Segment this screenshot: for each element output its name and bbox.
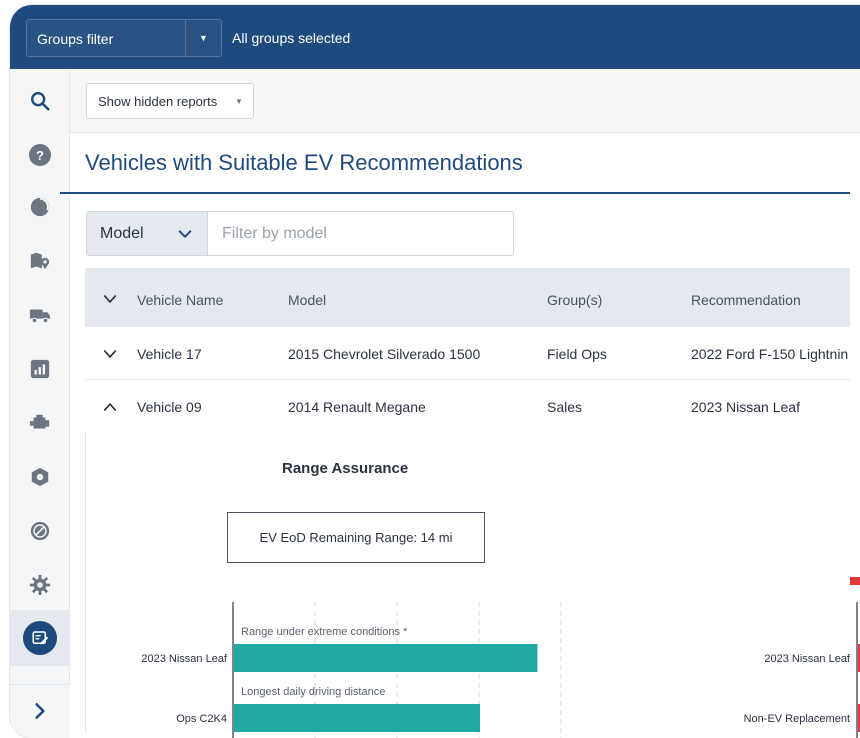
sidebar-item-dashboard[interactable] — [24, 191, 56, 223]
page-title: Vehicles with Suitable EV Recommendation… — [85, 150, 523, 175]
top-bar: Groups filter ▼ All groups selected — [10, 5, 860, 69]
remaining-range-text: EV EoD Remaining Range: 14 mi — [259, 530, 453, 545]
filter-field-label: Model — [100, 225, 144, 242]
remaining-range-box: EV EoD Remaining Range: 14 mi — [227, 512, 485, 563]
groups-filter-label: Groups filter — [37, 31, 114, 47]
sidebar-item-reports[interactable] — [24, 353, 56, 385]
vehicle-name: Vehicle 09 — [137, 399, 202, 415]
sidebar-item-rules[interactable] — [24, 461, 56, 493]
pie-chart-icon — [30, 197, 50, 217]
model-filter-input[interactable] — [209, 213, 511, 254]
table-row[interactable]: Vehicle 17 2015 Chevrolet Silverado 1500… — [85, 327, 850, 380]
show-hidden-reports-label: Show hidden reports — [98, 94, 218, 109]
sidebar-item-engine[interactable] — [24, 407, 56, 439]
table-header: Vehicle Name Model Group(s) Recommendati… — [85, 268, 850, 327]
caret-down-icon[interactable]: ▼ — [199, 33, 208, 43]
gear-icon — [29, 574, 51, 596]
groups-filter-divider — [185, 20, 186, 56]
edit-report-icon — [23, 621, 57, 655]
show-hidden-reports-button[interactable]: Show hidden reports ▼ — [86, 83, 254, 119]
report-toolbar: Show hidden reports ▼ — [70, 69, 860, 133]
chart-title: Range Assurance — [282, 460, 409, 477]
truck-icon — [29, 309, 51, 324]
caret-down-icon: ▼ — [235, 97, 243, 106]
sidebar-item-settings[interactable] — [24, 569, 56, 601]
vehicle-group: Field Ops — [547, 346, 607, 362]
chevron-right-icon[interactable] — [30, 701, 50, 721]
sidebar-item-exceptions[interactable] — [24, 515, 56, 547]
compass-icon — [30, 521, 50, 541]
sidebar: ? — [10, 69, 70, 738]
search-icon — [31, 92, 50, 111]
chevron-down-icon[interactable] — [103, 347, 117, 361]
help-icon: ? — [29, 144, 51, 166]
column-header-groups[interactable]: Group(s) — [547, 292, 602, 308]
bar-chart-icon — [30, 359, 50, 379]
groups-status-text: All groups selected — [232, 30, 351, 46]
vehicle-model: 2015 Chevrolet Silverado 1500 — [288, 346, 481, 362]
filter-field-select[interactable]: Model — [87, 212, 208, 255]
chevron-down-icon[interactable] — [103, 292, 117, 306]
sidebar-item-help[interactable]: ? — [24, 139, 56, 171]
groups-filter-dropdown[interactable]: Groups filter ▼ — [26, 19, 222, 57]
map-pin-icon — [30, 252, 50, 270]
column-header-vehicle-name[interactable]: Vehicle Name — [137, 292, 223, 308]
sidebar-item-vehicles[interactable] — [24, 299, 56, 331]
engine-icon — [29, 414, 50, 429]
table-row[interactable]: Vehicle 09 2014 Renault Megane Sales 202… — [85, 380, 850, 433]
hexagon-gear-icon — [31, 467, 49, 487]
sidebar-item-maps[interactable] — [24, 245, 56, 277]
vehicle-model: 2014 Renault Megane — [288, 399, 426, 415]
vehicle-name: Vehicle 17 — [137, 346, 202, 362]
vehicle-recommendation: 2022 Ford F-150 Lightnin — [691, 346, 849, 362]
vehicle-detail-panel — [85, 432, 850, 733]
vehicle-recommendation: 2023 Nissan Leaf — [691, 399, 800, 415]
column-header-model[interactable]: Model — [288, 292, 326, 308]
column-header-recommendation[interactable]: Recommendation — [691, 292, 801, 308]
sidebar-item-search[interactable] — [24, 85, 56, 117]
vehicle-group: Sales — [547, 399, 583, 415]
chevron-down-icon — [178, 230, 192, 238]
title-divider — [60, 192, 850, 194]
sidebar-expand-zone — [10, 684, 70, 738]
chevron-up-icon[interactable] — [103, 400, 117, 414]
model-filter: Model — [86, 211, 514, 256]
sidebar-item-ev-reports[interactable] — [10, 610, 70, 666]
